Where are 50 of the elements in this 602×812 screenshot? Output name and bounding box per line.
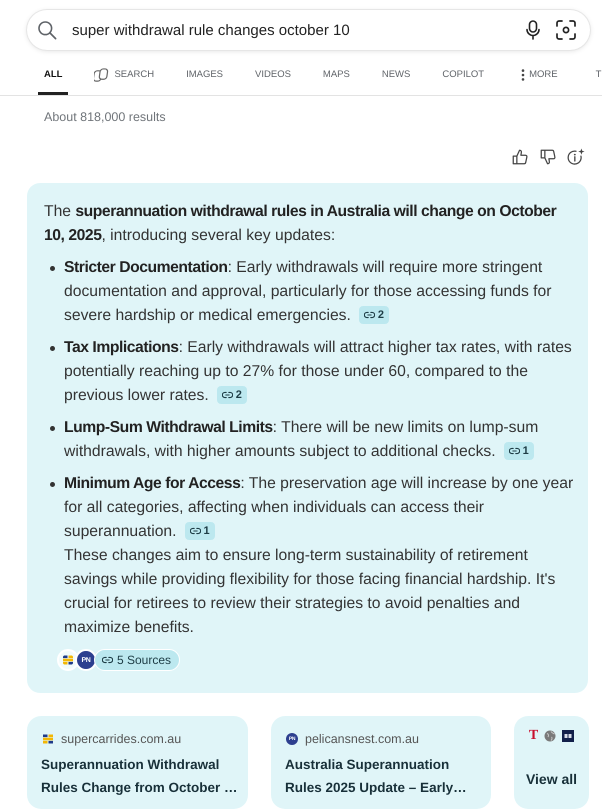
tab[interactable]: ALL — [38, 50, 68, 95]
more-icon — [521, 69, 526, 81]
tab[interactable]: SEARCH — [88, 50, 160, 95]
source-title: Superannuation Withdrawal Rules Change from October … — [41, 756, 239, 797]
source-domain: supercarrides.com.au — [61, 732, 182, 746]
globe-icon — [544, 730, 556, 742]
bullet-text: Lump-Sum Withdrawal Limits: There will be new limits on lump-sum withdrawals, with higher amounts subject to additional checks. 1 — [64, 418, 540, 462]
site-logo-icon — [57, 649, 79, 671]
bullet-icon — [50, 346, 55, 351]
bullet-icon — [50, 266, 55, 271]
search-icon — [37, 20, 57, 40]
tab[interactable]: VIDEOS — [249, 50, 297, 95]
link-icon — [364, 311, 375, 319]
answer-intro: The superannuation withdrawal rules in Australia will change on October 10, 2025, introducing several key updates: — [44, 202, 558, 246]
citation-link[interactable]: 2 — [358, 306, 389, 324]
link-icon — [102, 656, 113, 664]
tab[interactable]: NEWS — [376, 50, 416, 95]
source-title: Australia Superannuation Rules 2025 Update – Early… — [285, 756, 468, 797]
sources-button[interactable]: 5 Sources — [94, 649, 180, 671]
mic-icon[interactable] — [526, 20, 540, 40]
link-icon — [222, 391, 233, 399]
site-logo-icon — [562, 730, 574, 742]
citation-link[interactable]: 2 — [216, 386, 247, 404]
tab[interactable]: IMAGES — [180, 50, 230, 95]
answer-summary: These changes aim to ensure long-term sustainability of retirement savings while providing flexibility for those facing financial hardship. It's crucial for retirees to review their strategies to avoid penalties and maximize benefits. — [64, 546, 556, 638]
bullet-text: Stricter Documentation: Early withdrawals will require more stringent documentation and approval, particularly for those accessing funds for severe hardship or medical emergencies. 2 — [64, 258, 552, 326]
site-initial: T — [528, 729, 538, 743]
thumbs-down-icon[interactable] — [539, 148, 557, 166]
thumbs-up-icon[interactable] — [511, 148, 529, 166]
citation-link[interactable]: 1 — [504, 442, 534, 460]
view-all-card[interactable]: T View all — [514, 716, 589, 809]
tab[interactable]: T — [590, 50, 602, 95]
site-logo-icon — [42, 733, 54, 745]
results-count: About 818,000 results — [44, 109, 166, 125]
layers-icon — [94, 68, 110, 82]
tab[interactable]: MAPS — [316, 50, 356, 95]
tab[interactable]: COPILOT — [436, 50, 490, 95]
link-icon — [190, 527, 201, 535]
search-field[interactable]: super withdrawal rule changes october 10 — [27, 10, 590, 50]
bullet-icon — [50, 482, 55, 487]
link-icon — [508, 447, 520, 455]
citation-link[interactable]: 1 — [184, 522, 215, 540]
tab[interactable]: MORE — [515, 50, 564, 95]
source-domain: pelicansnest.com.au — [305, 732, 419, 746]
info-sparkle-icon[interactable] — [567, 148, 585, 166]
scan-icon[interactable] — [556, 20, 576, 40]
bullet-text: Tax Implications: Early withdrawals will attract higher tax rates, with rates potentially reaching up to 27% for those under 60, compared to the previous lower rates. 2 — [64, 338, 573, 406]
bullet-text: Minimum Age for Access: The preservation age will increase by one year for all categories, affecting when individuals can access their superannuation. 1 — [64, 474, 574, 542]
source-card[interactable]: supercarrides.com.au Superannuation Withdrawal Rules Change from October … — [27, 716, 248, 809]
bullet-icon — [50, 426, 55, 431]
